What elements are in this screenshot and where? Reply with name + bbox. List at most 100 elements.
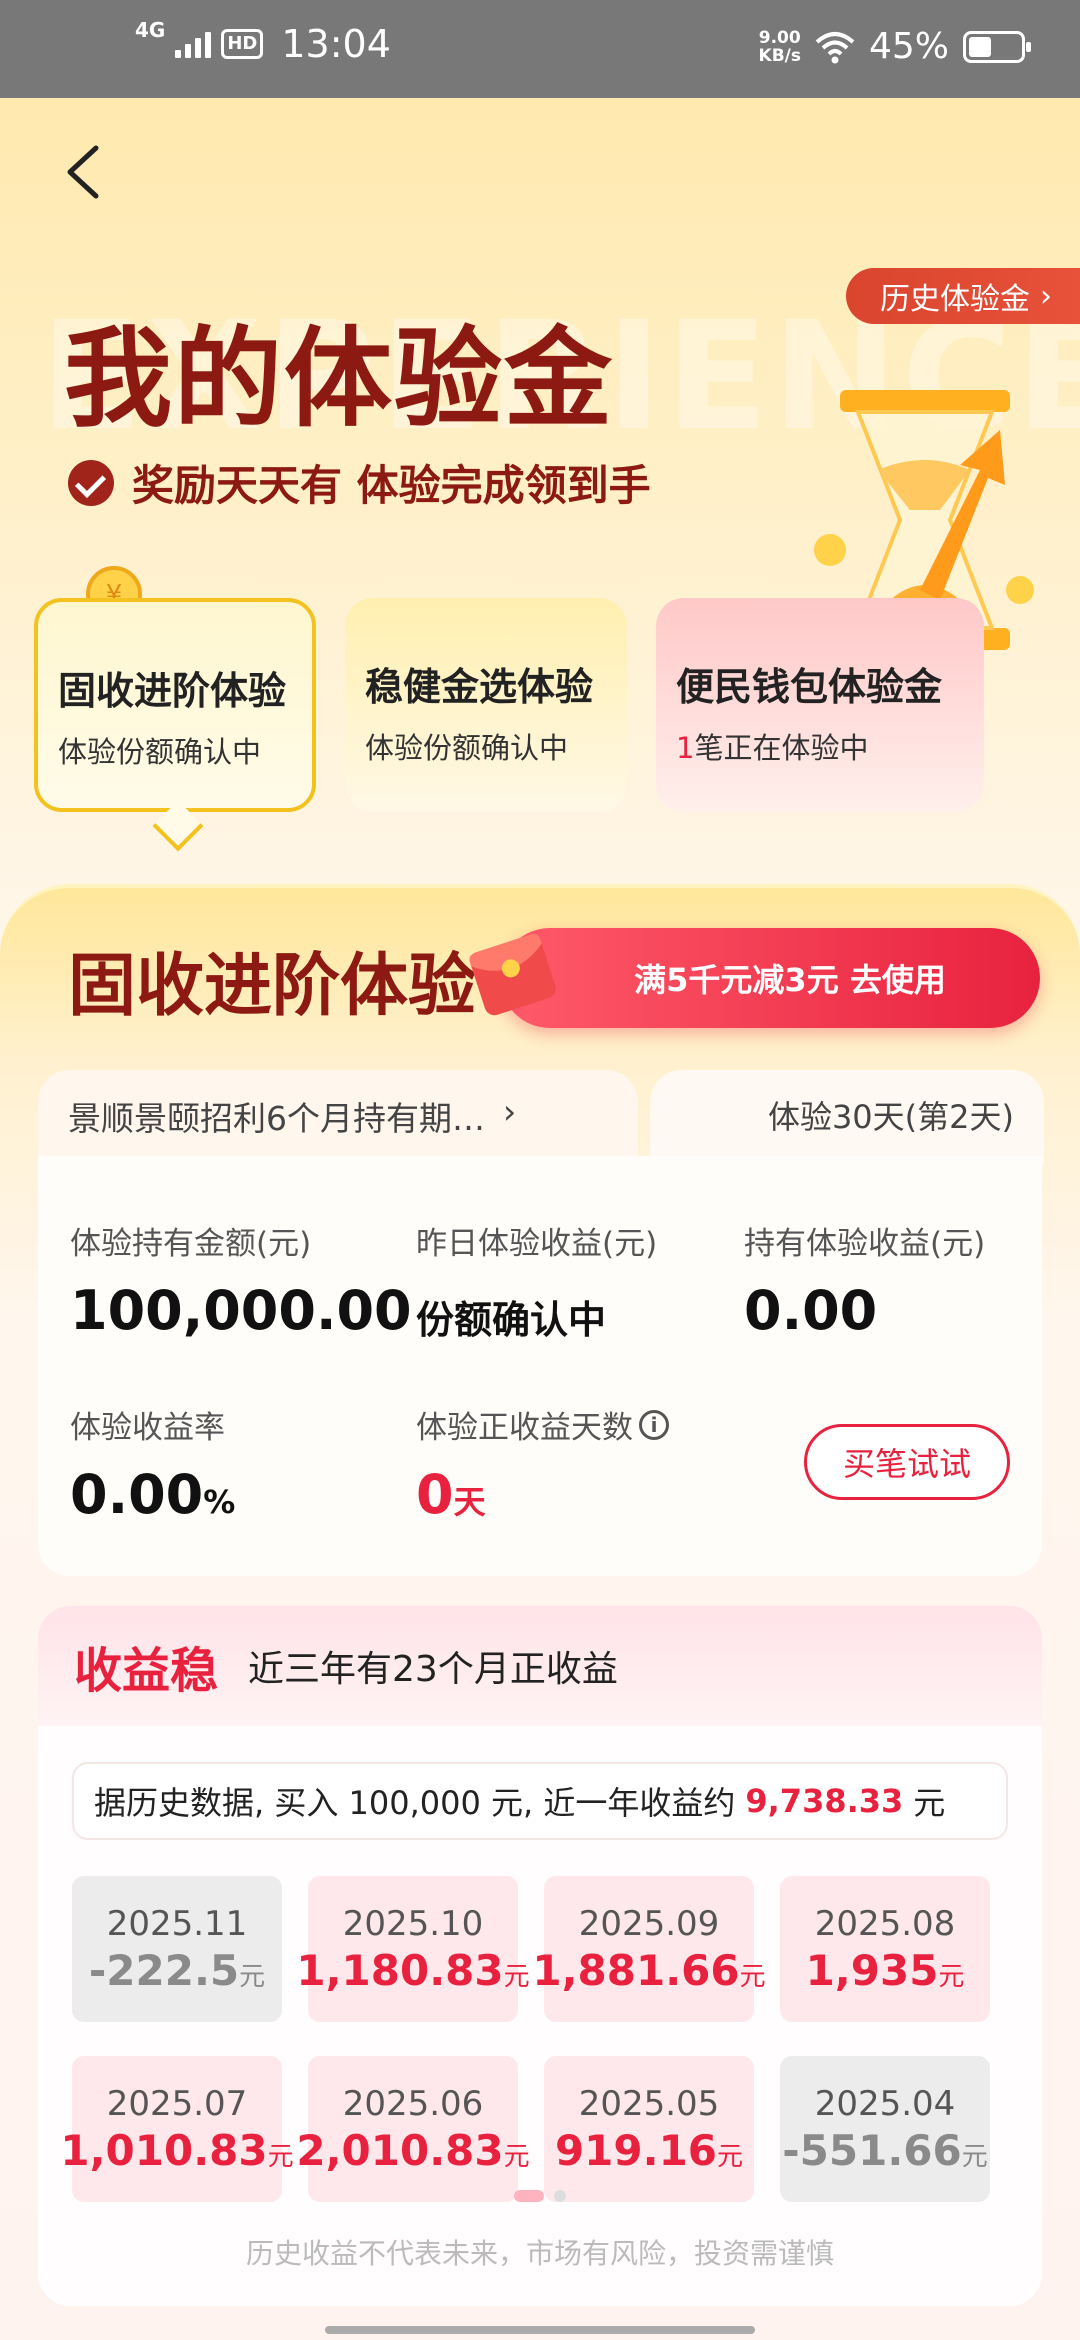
stat-value: 0.00% <box>70 1463 235 1526</box>
signal-icon <box>175 30 212 58</box>
stat-value: 份额确认中 <box>416 1298 607 1342</box>
tab-subtitle: 1笔正在体验中 <box>676 725 984 767</box>
month-unit: 元 <box>961 2141 988 2172</box>
month-value: 919.16元 <box>555 2126 743 2175</box>
month-date: 2025.07 <box>106 2083 248 2124</box>
stats-panel: 体验持有金额(元) 100,000.00 昨日体验收益(元) 份额确认中 持有体… <box>38 1156 1042 1576</box>
month-unit: 元 <box>503 1961 530 1992</box>
stat-label: 体验收益率 <box>70 1410 225 1446</box>
stat-value: 100,000.00 <box>70 1279 412 1342</box>
back-arrow-icon[interactable] <box>58 142 108 202</box>
month-amount: 1,180.83 <box>296 1945 504 1995</box>
history-label: 历史体验金 <box>880 282 1030 317</box>
month-unit: 元 <box>267 2141 294 2172</box>
tab-subtitle: 体验份额确认中 <box>58 735 262 769</box>
month-value: 1,881.66元 <box>532 1946 765 1995</box>
month-amount: 1,935 <box>805 1945 939 1995</box>
month-income-tile: 2025.06 2,010.83元 <box>296 2056 530 2202</box>
month-unit: 元 <box>717 2141 744 2172</box>
month-amount: 919.16 <box>554 2125 718 2175</box>
earnings-note: 据历史数据, 买入 100,000 元, 近一年收益约 9,738.33 元 <box>72 1762 1008 1840</box>
wifi-icon <box>815 31 855 63</box>
tab-fixed-income[interactable]: 固收进阶体验 体验份额确认中 <box>34 598 316 812</box>
month-amount: -551.66 <box>782 2125 962 2175</box>
subtitle-text: 奖励天天有 体验完成领到手 <box>132 461 651 510</box>
month-amount: 1,010.83 <box>60 2125 268 2175</box>
tab-steady-gold[interactable]: 稳健金选体验 体验份额确认中 <box>345 598 627 812</box>
tab-title: 稳健金选体验 <box>365 665 594 709</box>
positive-days-unit: 天 <box>453 1483 486 1521</box>
page-title: 我的体验金 <box>64 317 615 442</box>
tab-subtitle-text: 笔正在体验中 <box>694 731 869 765</box>
status-left: 4G HD 13:04 <box>135 18 391 66</box>
month-income-tile: 2025.11 -222.5元 <box>72 1876 282 2022</box>
stat-yield-rate: 体验收益率 0.00% <box>70 1402 235 1526</box>
network-type: 4G <box>135 18 166 42</box>
battery-icon <box>963 30 1031 63</box>
home-indicator <box>325 2326 755 2334</box>
month-unit: 元 <box>739 1961 766 1992</box>
month-value: 2,010.83元 <box>296 2126 529 2175</box>
tab-title: 便民钱包体验金 <box>676 665 943 709</box>
note-suffix: 元 <box>913 1784 946 1822</box>
subtitle: 奖励天天有 体验完成领到手 <box>68 452 651 513</box>
earnings-tag: 收益稳 <box>74 1643 219 1699</box>
page-dot <box>554 2190 566 2202</box>
fund-name: 景顺景颐招利6个月持有期… <box>68 1099 485 1138</box>
month-date: 2025.08 <box>814 1903 956 1944</box>
rate-value: 0.00 <box>70 1463 204 1526</box>
month-value: -551.66元 <box>782 2126 988 2175</box>
month-income-tile: 2025.09 1,881.66元 <box>532 1876 766 2022</box>
positive-days-label: 体验正收益天数 <box>416 1410 633 1446</box>
card-title: 固收进阶体验 <box>68 947 477 1026</box>
note-prefix: 据历史数据, 买入 100,000 元, 近一年收益约 <box>94 1784 736 1822</box>
month-unit: 元 <box>503 2141 530 2172</box>
month-date: 2025.05 <box>578 2083 720 2124</box>
hd-icon: HD <box>221 29 264 59</box>
net-speed-unit: KB/s <box>758 45 801 66</box>
month-value: 1,935元 <box>806 1946 965 1995</box>
net-speed-value: 9.00 <box>758 27 801 48</box>
stat-value: 0天 <box>416 1463 669 1526</box>
month-income-tile: 2025.08 1,935元 <box>780 1876 990 2022</box>
stat-label: 体验持有金额(元) <box>70 1226 312 1262</box>
positive-days-value: 0 <box>416 1463 454 1526</box>
month-date: 2025.06 <box>342 2083 484 2124</box>
earnings-header: 收益稳 近三年有23个月正收益 <box>38 1606 1042 1726</box>
month-income-tile: 2025.10 1,180.83元 <box>296 1876 530 2022</box>
status-right: 9.00 KB/s 45% <box>758 26 1031 67</box>
month-amount: -222.5 <box>88 1945 240 1995</box>
tab-title: 固收进阶体验 <box>58 669 287 713</box>
tab-subtitle: 体验份额确认中 <box>365 731 569 765</box>
month-income-tile: 2025.05 919.16元 <box>544 2056 754 2202</box>
month-date: 2025.09 <box>578 1903 720 1944</box>
buy-try-button[interactable]: 买笔试试 <box>804 1424 1010 1500</box>
stat-yesterday-income: 昨日体验收益(元) 份额确认中 <box>416 1218 657 1344</box>
stat-label: 持有体验收益(元) <box>744 1226 986 1262</box>
status-bar: 4G HD 13:04 9.00 KB/s 45% <box>0 0 1080 98</box>
info-icon[interactable]: i <box>639 1409 669 1440</box>
month-value: 1,180.83元 <box>296 1946 529 1995</box>
month-date: 2025.04 <box>814 2083 956 2124</box>
month-unit: 元 <box>938 1961 965 1992</box>
month-unit: 元 <box>239 1961 266 1992</box>
history-experience-button[interactable]: 历史体验金 › <box>846 268 1080 324</box>
month-date: 2025.11 <box>106 1903 248 1944</box>
month-amount: 1,881.66 <box>532 1945 740 1995</box>
stat-value: 0.00 <box>744 1279 878 1342</box>
battery-percent: 45% <box>868 26 949 67</box>
risk-disclaimer: 历史收益不代表未来，市场有风险，投资需谨慎 <box>245 2237 834 2270</box>
earnings-desc: 近三年有23个月正收益 <box>248 1649 618 1690</box>
tab-wallet[interactable]: 便民钱包体验金 1笔正在体验中 <box>656 598 984 812</box>
chevron-right-icon: › <box>1040 278 1052 314</box>
clock: 13:04 <box>281 22 391 66</box>
month-date: 2025.10 <box>342 1903 484 1944</box>
stat-hold-amount: 体验持有金额(元) 100,000.00 <box>70 1218 412 1342</box>
note-value: 9,738.33 <box>745 1782 904 1820</box>
chevron-right-icon: › <box>503 1092 517 1131</box>
stat-hold-income: 持有体验收益(元) 0.00 <box>744 1218 985 1342</box>
check-circle-icon <box>68 459 114 506</box>
coupon-use-button[interactable]: 满5千元减3元 去使用 <box>500 928 1040 1028</box>
stat-positive-days: 体验正收益天数 i 0天 <box>416 1402 669 1526</box>
fund-selector[interactable]: 景顺景颐招利6个月持有期… › <box>38 1070 638 1166</box>
